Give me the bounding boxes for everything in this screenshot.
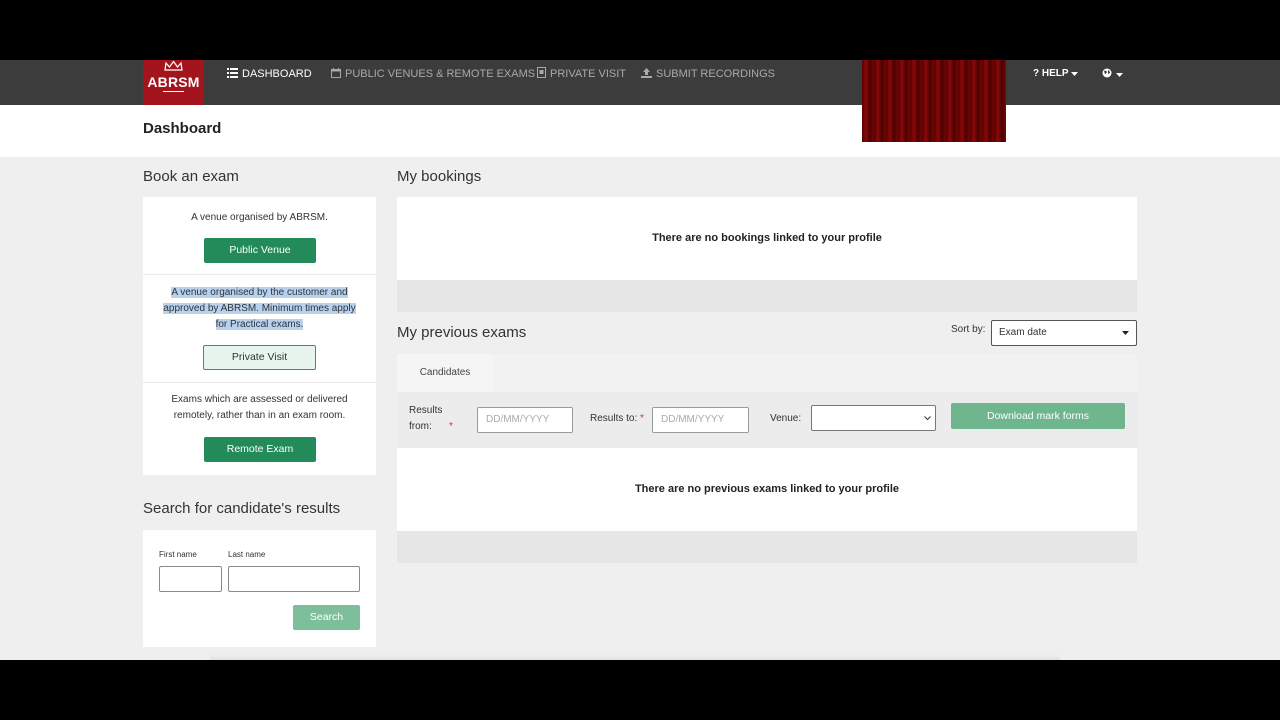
- language-menu[interactable]: [1102, 60, 1127, 88]
- globe-icon: [1102, 68, 1112, 78]
- upload-icon: [641, 68, 652, 78]
- no-bookings-message: There are no bookings linked to your pro…: [652, 232, 882, 244]
- question-icon: ?: [1033, 68, 1040, 79]
- page-title: Dashboard: [143, 120, 222, 137]
- list-icon: [227, 68, 238, 78]
- book-exam-title: Book an exam: [143, 168, 239, 185]
- bookings-panel: There are no bookings linked to your pro…: [397, 197, 1137, 280]
- last-name-input[interactable]: [228, 566, 360, 592]
- page-header: Dashboard: [0, 105, 1280, 157]
- sort-by-value: Exam date: [999, 327, 1047, 338]
- required-marker: *: [640, 413, 644, 424]
- logo-underline: [163, 91, 184, 92]
- results-from-input[interactable]: DD/MM/YYYY: [477, 407, 573, 433]
- no-previous-exams-message: There are no previous exams linked to yo…: [634, 483, 900, 495]
- nav-public-venues-label: PUBLIC VENUES & REMOTE EXAMS: [345, 68, 536, 80]
- required-marker: *: [449, 421, 453, 432]
- caret-down-icon: [1122, 331, 1129, 335]
- search-results-title: Search for candidate's results: [143, 500, 341, 517]
- previous-exams-footer: [397, 531, 1137, 563]
- nav-submit-recordings-label: SUBMIT RECORDINGS: [656, 68, 775, 80]
- divider: [143, 274, 376, 275]
- abrsm-logo[interactable]: ABRSM: [143, 60, 204, 105]
- private-visit-desc: A venue organised by the customer and ap…: [158, 285, 361, 333]
- my-bookings-title: My bookings: [397, 168, 482, 185]
- caret-down-icon: [1071, 72, 1079, 76]
- help-menu[interactable]: ? HELP: [1033, 60, 1082, 88]
- first-name-input[interactable]: [159, 566, 222, 592]
- document-icon: [537, 67, 546, 78]
- results-to-input[interactable]: DD/MM/YYYY: [652, 407, 749, 433]
- app-screen: ABRSM DASHBOARD PUBLIC VENUES & REMOTE E…: [0, 60, 1280, 660]
- previous-exams-panel: There are no previous exams linked to yo…: [397, 448, 1137, 531]
- private-visit-button[interactable]: Private Visit: [203, 345, 316, 370]
- chevron-down-icon: [924, 416, 931, 421]
- sort-by-select[interactable]: Exam date: [991, 320, 1137, 346]
- video-thumbnail: [862, 60, 1006, 142]
- bookings-footer: [397, 280, 1137, 312]
- download-mark-forms-button[interactable]: Download mark forms: [951, 403, 1125, 429]
- tab-candidates[interactable]: Candidates: [397, 354, 493, 392]
- crown-icon: [164, 60, 183, 71]
- remote-exam-button[interactable]: Remote Exam: [204, 437, 316, 462]
- caret-down-icon: [1116, 73, 1124, 77]
- results-from-text: Results from:: [409, 405, 443, 432]
- top-navbar: ABRSM DASHBOARD PUBLIC VENUES & REMOTE E…: [0, 60, 1280, 105]
- nav-public-venues[interactable]: PUBLIC VENUES & REMOTE EXAMS: [331, 60, 535, 88]
- sort-by-label: Sort by:: [951, 324, 986, 335]
- nav-submit-recordings[interactable]: SUBMIT RECORDINGS: [641, 60, 775, 88]
- public-venue-button[interactable]: Public Venue: [204, 238, 316, 263]
- remote-exam-desc: Exams which are assessed or delivered re…: [171, 394, 348, 421]
- venue-select[interactable]: [811, 405, 936, 431]
- search-button[interactable]: Search: [293, 605, 360, 630]
- selected-text: A venue organised by the customer and ap…: [163, 287, 356, 330]
- bottom-shadow: [210, 654, 1060, 660]
- nav-private-visit-label: PRIVATE VISIT: [550, 68, 626, 80]
- search-panel: First name Last name Search: [143, 530, 376, 647]
- venue-label: Venue:: [770, 413, 802, 424]
- nav-dashboard[interactable]: DASHBOARD: [227, 60, 312, 88]
- help-label: HELP: [1041, 68, 1069, 79]
- divider: [143, 382, 376, 383]
- calendar-icon: [331, 68, 341, 78]
- nav-dashboard-label: DASHBOARD: [242, 68, 312, 80]
- results-from-label: Results from: *: [409, 403, 453, 435]
- tab-strip: [493, 354, 1137, 392]
- results-to-text: Results to:: [590, 413, 638, 424]
- last-name-label: Last name: [228, 550, 266, 559]
- my-previous-exams-title: My previous exams: [397, 324, 527, 341]
- public-venue-desc: A venue organised by ABRSM.: [191, 212, 328, 223]
- book-exam-panel: A venue organised by ABRSM. Public Venue…: [143, 197, 376, 475]
- nav-private-visit[interactable]: PRIVATE VISIT: [537, 60, 626, 88]
- first-name-label: First name: [159, 550, 197, 559]
- logo-text: ABRSM: [147, 74, 200, 90]
- results-to-label: Results to: *: [590, 411, 644, 427]
